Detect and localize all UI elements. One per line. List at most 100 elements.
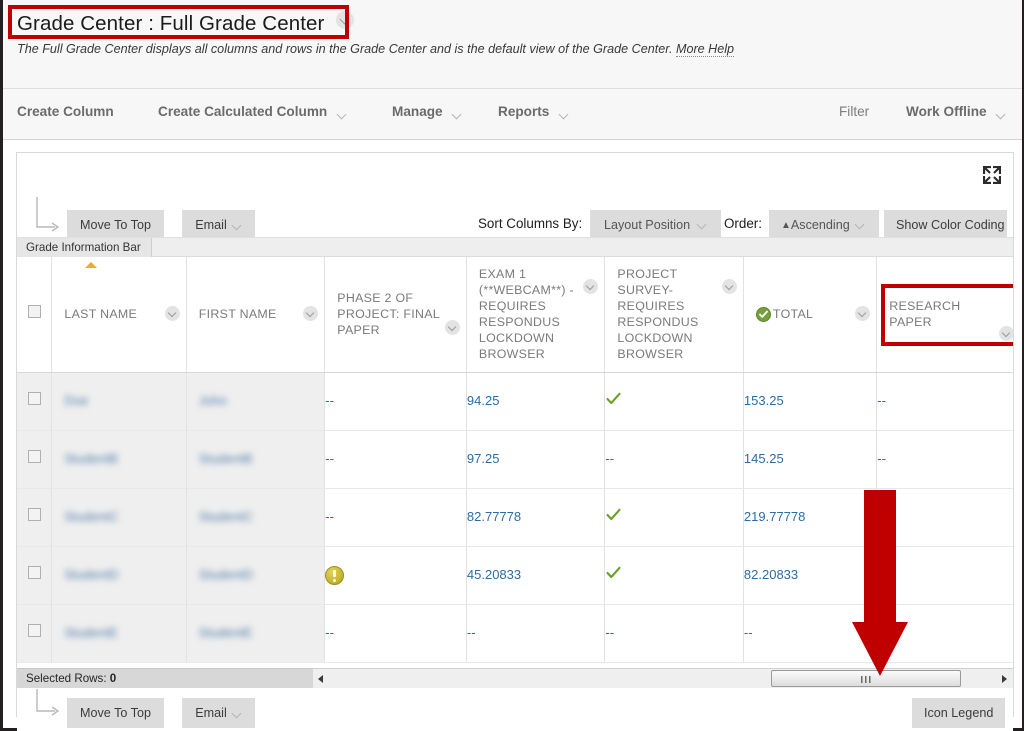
cell-project-survey[interactable]: -- xyxy=(604,430,744,489)
cell-project-survey[interactable] xyxy=(604,372,744,431)
column-header-research-paper[interactable]: RESEARCH PAPER xyxy=(876,257,1013,373)
row-checkbox[interactable] xyxy=(27,508,41,521)
cell-phase2[interactable]: -- xyxy=(324,372,467,431)
row-checkbox[interactable] xyxy=(27,566,41,579)
cell-total[interactable]: 82.20833 xyxy=(743,546,878,605)
cell-research-paper[interactable]: -- xyxy=(876,372,1013,431)
cell-last-name[interactable]: StudentD xyxy=(51,546,187,605)
move-to-top-button-bottom[interactable]: Move To Top xyxy=(67,698,164,728)
horizontal-scrollbar-thumb[interactable] xyxy=(771,670,961,687)
column-header-exam1[interactable]: EXAM 1 (**WEBCAM**) - REQUIRES RESPONDUS… xyxy=(466,257,606,373)
cell-project-survey[interactable]: -- xyxy=(604,604,744,663)
row-select-cell[interactable] xyxy=(17,430,53,489)
total-value[interactable]: 219.77778 xyxy=(744,509,805,524)
cell-total[interactable]: 153.25 xyxy=(743,372,878,431)
total-value[interactable]: 145.25 xyxy=(744,451,784,466)
table-row[interactable]: StudentE StudentE -- -- -- -- -- xyxy=(17,604,1013,663)
column-menu-icon-first-name[interactable] xyxy=(303,306,319,322)
cell-last-name[interactable]: StudentC xyxy=(51,488,187,547)
create-calculated-column-menu[interactable]: Create Calculated Column xyxy=(158,104,347,120)
page-title-chevron-down-icon[interactable] xyxy=(336,10,355,35)
chevron-down-icon[interactable] xyxy=(560,104,569,119)
row-checkbox[interactable] xyxy=(27,450,41,463)
grade-information-bar-tab[interactable]: Grade Information Bar xyxy=(17,238,152,258)
chevron-down-icon[interactable] xyxy=(453,104,462,119)
column-header-phase2[interactable]: PHASE 2 OF PROJECT: FINAL PAPER xyxy=(324,257,467,373)
exam1-value[interactable]: 97.25 xyxy=(467,451,500,466)
cell-last-name[interactable]: Doe xyxy=(51,372,187,431)
table-row[interactable]: StudentB StudentB -- 97.25 -- 145.25 -- xyxy=(17,430,1013,489)
email-menu-button-bottom[interactable]: Email xyxy=(182,698,255,728)
total-value[interactable]: 82.20833 xyxy=(744,567,798,582)
select-all-checkbox[interactable] xyxy=(27,305,41,319)
row-select-cell[interactable] xyxy=(17,372,53,431)
create-column-button[interactable]: Create Column xyxy=(17,104,114,119)
cell-exam1[interactable]: 82.77778 xyxy=(466,488,606,547)
cell-phase2[interactable]: -- xyxy=(324,604,467,663)
icon-legend-button[interactable]: Icon Legend xyxy=(912,698,1005,728)
column-menu-icon-phase2[interactable] xyxy=(444,320,460,336)
work-offline-menu[interactable]: Work Offline xyxy=(906,104,1006,120)
manage-menu[interactable]: Manage xyxy=(392,104,462,120)
cell-exam1[interactable]: -- xyxy=(466,604,606,663)
cell-last-name[interactable]: StudentE xyxy=(51,604,187,663)
cell-project-survey[interactable] xyxy=(604,546,744,605)
show-color-coding-button[interactable]: Show Color Coding xyxy=(884,210,1007,240)
move-to-top-button-top[interactable]: Move To Top xyxy=(67,210,164,240)
cell-first-name[interactable]: StudentC xyxy=(186,488,326,547)
chevron-down-icon[interactable] xyxy=(336,10,355,29)
row-checkbox[interactable] xyxy=(27,624,41,637)
cell-exam1[interactable]: 97.25 xyxy=(466,430,606,489)
cell-first-name[interactable]: John xyxy=(186,372,326,431)
scroll-right-arrow-icon[interactable] xyxy=(996,669,1012,688)
cell-exam1[interactable]: 45.20833 xyxy=(466,546,606,605)
reports-menu[interactable]: Reports xyxy=(498,104,569,120)
column-header-last-name[interactable]: LAST NAME xyxy=(51,257,187,373)
more-help-link[interactable]: More Help xyxy=(675,42,735,57)
column-menu-icon-research-paper[interactable] xyxy=(999,326,1013,342)
column-header-first-name[interactable]: FIRST NAME xyxy=(186,257,326,373)
row-select-cell[interactable] xyxy=(17,488,53,547)
cell-total[interactable]: 219.77778 xyxy=(743,488,878,547)
filter-button[interactable]: Filter xyxy=(839,104,869,119)
table-row[interactable]: Doe John -- 94.25 153.25 -- xyxy=(17,372,1013,431)
cell-phase2[interactable]: -- xyxy=(324,488,467,547)
table-row[interactable]: StudentD StudentD 45.20833 82.20833 -- xyxy=(17,546,1013,605)
cell-research-paper[interactable]: -- xyxy=(876,546,1013,605)
cell-phase2[interactable] xyxy=(324,546,467,605)
cell-research-paper[interactable]: -- xyxy=(876,430,1013,489)
chevron-down-icon[interactable] xyxy=(698,221,707,226)
column-menu-icon-total[interactable] xyxy=(855,306,871,322)
cell-last-name[interactable]: StudentB xyxy=(51,430,187,489)
column-menu-icon-last-name[interactable] xyxy=(164,306,180,322)
horizontal-scrollbar[interactable] xyxy=(313,668,1013,688)
cell-exam1[interactable]: 94.25 xyxy=(466,372,606,431)
column-menu-icon-project-survey[interactable] xyxy=(721,279,737,295)
column-menu-icon-exam1[interactable] xyxy=(583,279,599,295)
row-select-cell[interactable] xyxy=(17,604,53,663)
row-select-cell[interactable] xyxy=(17,546,53,605)
cell-total[interactable]: 145.25 xyxy=(743,430,878,489)
table-row[interactable]: StudentC StudentC -- 82.77778 219.77778 -- xyxy=(17,488,1013,547)
cell-first-name[interactable]: StudentE xyxy=(186,604,326,663)
cell-phase2[interactable]: -- xyxy=(324,430,467,489)
chevron-down-icon[interactable] xyxy=(338,104,347,119)
exam1-value[interactable]: 94.25 xyxy=(467,393,500,408)
total-value[interactable]: 153.25 xyxy=(744,393,784,408)
cell-first-name[interactable]: StudentB xyxy=(186,430,326,489)
cell-first-name[interactable]: StudentD xyxy=(186,546,326,605)
order-select[interactable]: ▲Ascending xyxy=(769,210,879,240)
breadcrumb[interactable]: Grade Center : Full Grade Center xyxy=(17,10,355,37)
chevron-down-icon[interactable] xyxy=(233,710,242,715)
grade-grid[interactable]: LAST NAME FIRST NAME PHASE 2 OF PROJECT:… xyxy=(17,257,1013,668)
chevron-down-icon[interactable] xyxy=(856,221,865,226)
chevron-down-icon[interactable] xyxy=(233,222,242,227)
exam1-value[interactable]: 45.20833 xyxy=(467,567,521,582)
column-header-project-survey[interactable]: PROJECT SURVEY- REQUIRES RESPONDUS LOCKD… xyxy=(604,257,744,373)
column-header-total[interactable]: TOTAL xyxy=(743,257,878,373)
exam1-value[interactable]: 82.77778 xyxy=(467,509,521,524)
column-header-select-all[interactable] xyxy=(17,257,53,373)
cell-research-paper[interactable]: -- xyxy=(876,604,1013,663)
scroll-left-arrow-icon[interactable] xyxy=(313,669,329,688)
row-checkbox[interactable] xyxy=(27,392,41,405)
